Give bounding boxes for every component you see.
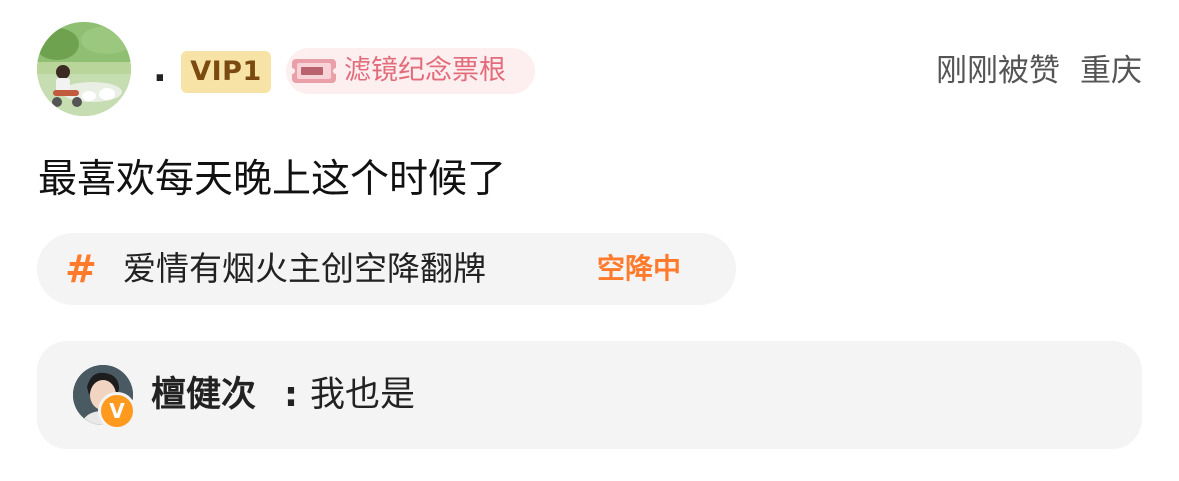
topic-name: 爱情有烟火主创空降翻牌	[123, 249, 486, 288]
author-avatar[interactable]	[37, 22, 131, 116]
verified-v-icon: V	[98, 392, 136, 430]
hashtag-icon: #	[65, 247, 97, 291]
author-username[interactable]: .	[153, 50, 167, 90]
ticket-icon	[291, 59, 337, 83]
post-time: 刚刚被赞	[936, 53, 1060, 89]
reply-comment[interactable]: V 檀健次 : 我也是	[37, 341, 1142, 449]
memorial-ticket-badge[interactable]: 滤镜纪念票根	[286, 48, 535, 94]
user-avatar-landscape-icon	[37, 22, 131, 116]
reply-author[interactable]: 檀健次	[151, 341, 256, 449]
post-content: 最喜欢每天晚上这个时候了	[38, 157, 507, 202]
topic-status: 空降中	[597, 252, 682, 285]
post-location: 重庆	[1080, 53, 1142, 89]
reply-separator: :	[284, 375, 298, 415]
memorial-badge-label: 滤镜纪念票根	[344, 55, 506, 86]
topic-tag[interactable]: # 爱情有烟火主创空降翻牌 空降中	[37, 233, 736, 305]
post-meta: 刚刚被赞 重庆	[936, 50, 1142, 92]
vip-badge[interactable]: VIP1	[181, 51, 271, 93]
reply-text: 我也是	[310, 375, 416, 415]
